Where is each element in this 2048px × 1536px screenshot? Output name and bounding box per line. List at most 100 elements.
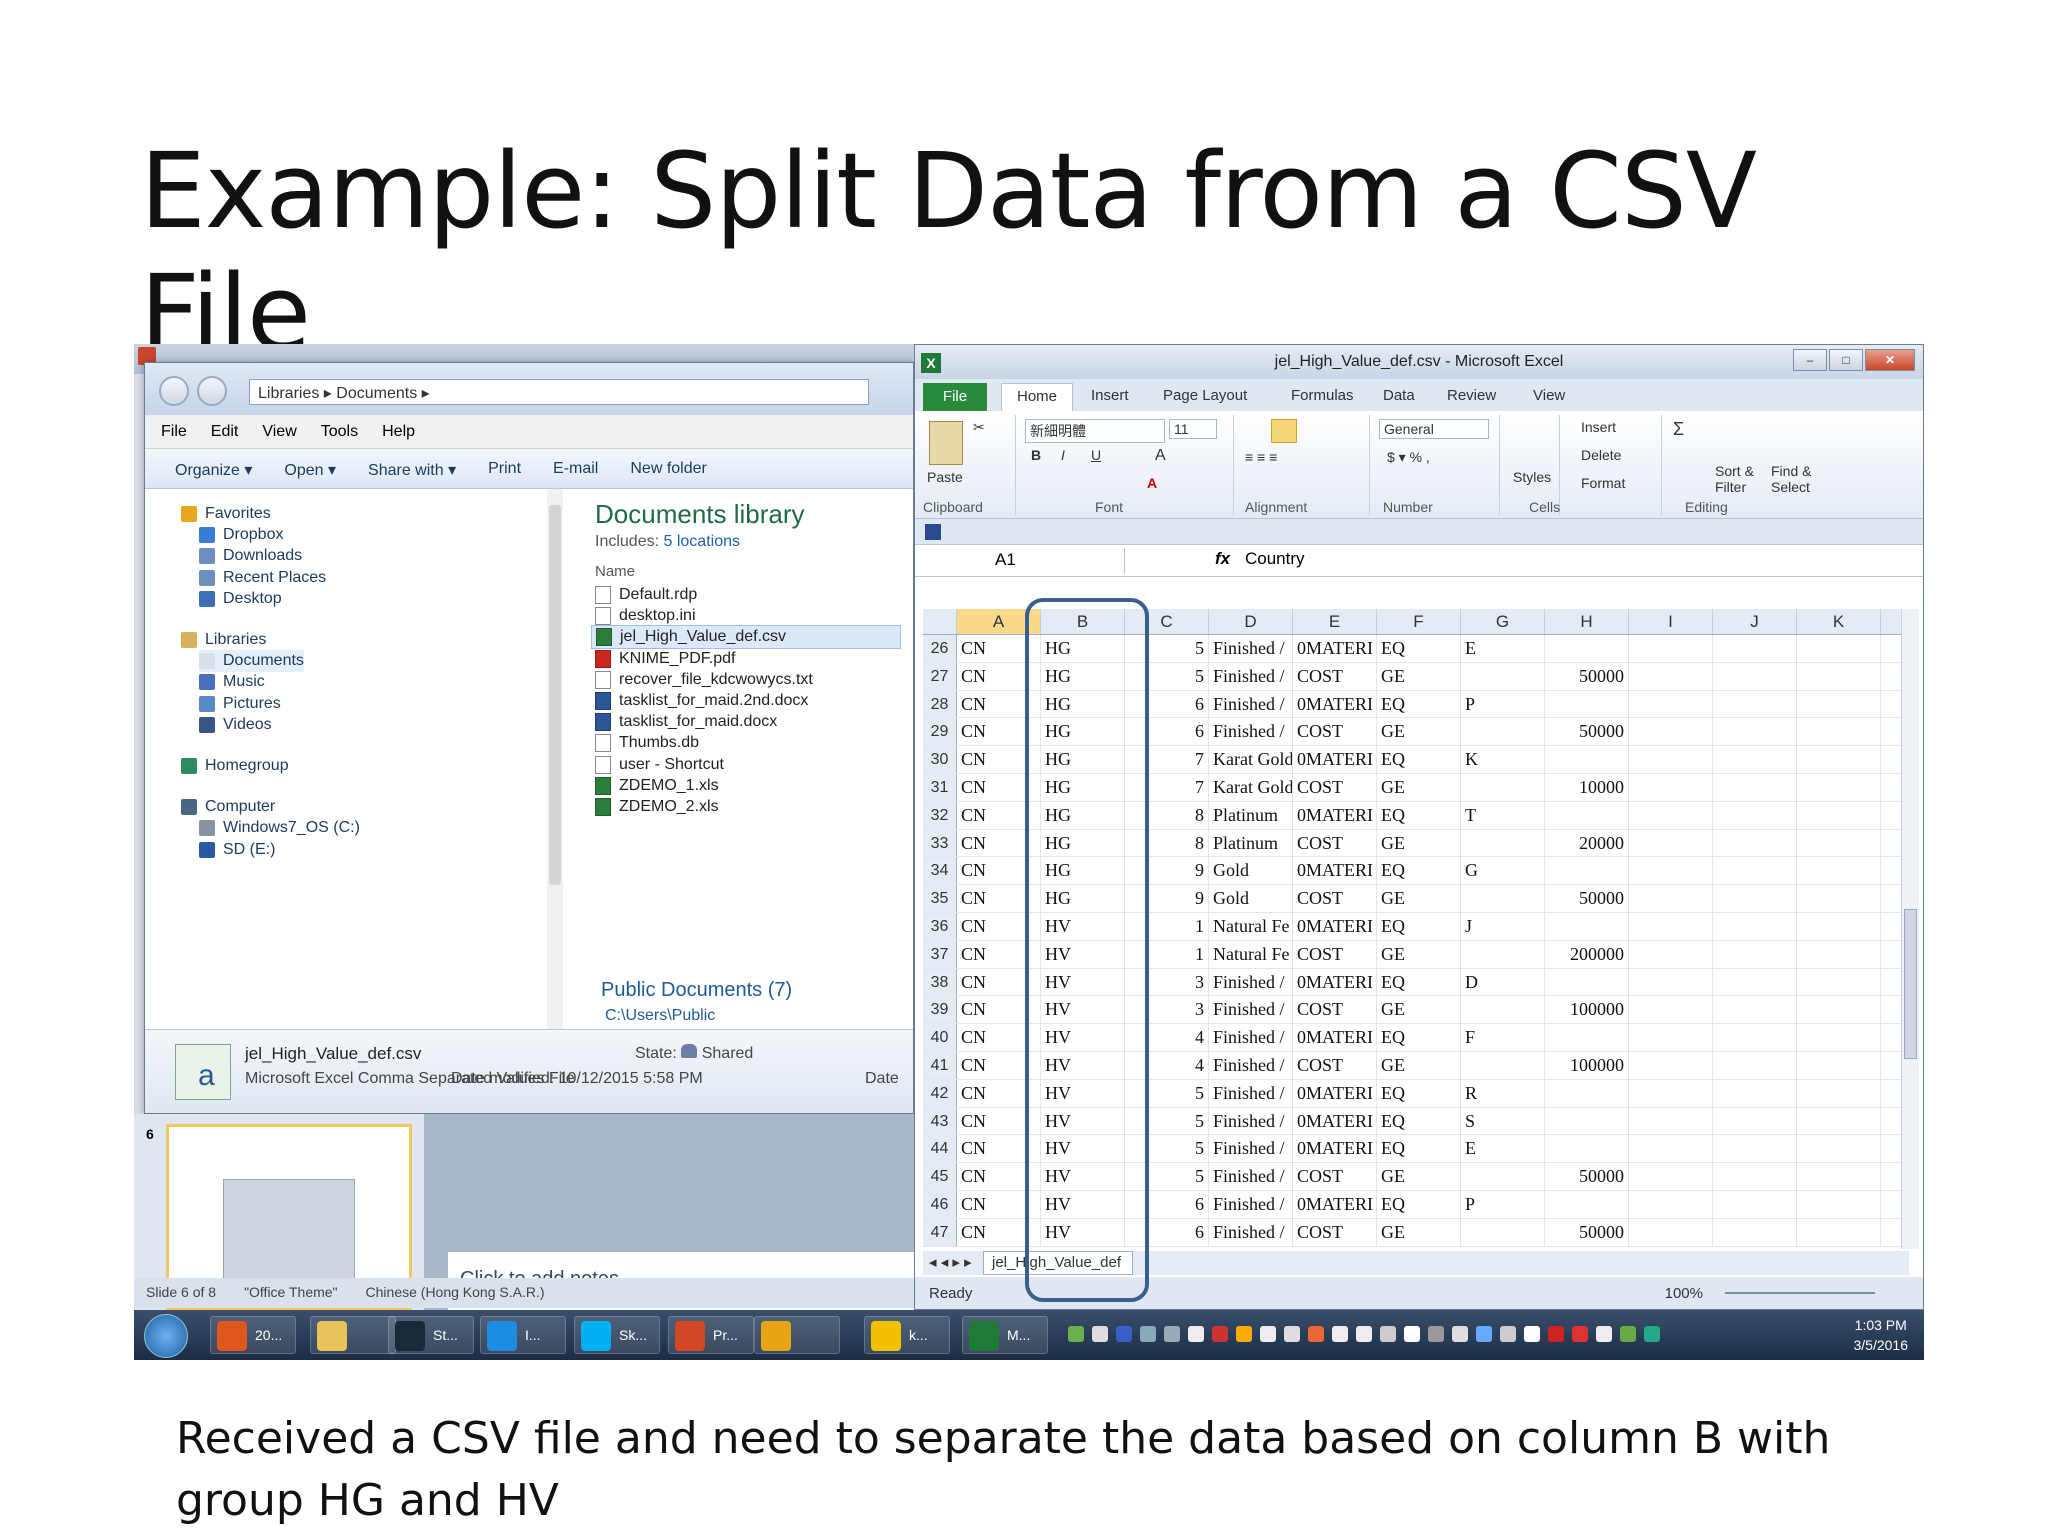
menu-item[interactable]: Edit <box>211 423 239 440</box>
cell-j[interactable] <box>1713 1218 1797 1246</box>
paste-icon[interactable] <box>929 421 963 465</box>
cell-g[interactable]: J <box>1461 912 1545 940</box>
tree-item[interactable]: Desktop <box>199 588 282 610</box>
close-button[interactable]: ✕ <box>1865 349 1915 371</box>
cell-k[interactable] <box>1797 1079 1881 1107</box>
cell-j[interactable] <box>1713 1135 1797 1163</box>
row-header[interactable]: 39 <box>923 996 957 1024</box>
cell-f[interactable]: EQ <box>1377 968 1461 996</box>
cell-d[interactable]: Platinum <box>1209 829 1293 857</box>
cell-g[interactable]: F <box>1461 1024 1545 1051</box>
cell-d[interactable]: Finished / <box>1209 1079 1293 1107</box>
cell-h[interactable]: 10000 <box>1545 773 1629 801</box>
cell-f[interactable]: EQ <box>1377 801 1461 829</box>
cell-j[interactable] <box>1713 1107 1797 1135</box>
row-header[interactable]: 29 <box>923 718 957 746</box>
cell-k[interactable] <box>1797 746 1881 773</box>
autosum-icon[interactable]: Σ <box>1673 419 1684 440</box>
row-header[interactable]: 35 <box>923 885 957 912</box>
zoom-slider[interactable] <box>1725 1292 1875 1294</box>
row-header[interactable]: 43 <box>923 1107 957 1135</box>
cell-j[interactable] <box>1713 829 1797 857</box>
cell-d[interactable]: Natural Fe <box>1209 912 1293 940</box>
cell-k[interactable] <box>1797 996 1881 1024</box>
cell-j[interactable] <box>1713 940 1797 968</box>
cell-i[interactable] <box>1629 746 1713 773</box>
tree-item[interactable]: Music <box>199 671 265 693</box>
cell-d[interactable]: Natural Fe <box>1209 940 1293 968</box>
cell-h[interactable] <box>1545 690 1629 718</box>
nav-scrollbar[interactable] <box>547 489 563 1029</box>
cell-h[interactable]: 50000 <box>1545 718 1629 746</box>
cell-f[interactable]: EQ <box>1377 1135 1461 1163</box>
cell-e[interactable]: COST <box>1293 1051 1377 1079</box>
cut-icon[interactable]: ✂ <box>973 419 985 436</box>
cell-g[interactable] <box>1461 885 1545 912</box>
cell-f[interactable]: EQ <box>1377 1024 1461 1051</box>
tab-review[interactable]: Review <box>1447 387 1496 404</box>
cell-g[interactable] <box>1461 829 1545 857</box>
cell-e[interactable]: 0MATERI <box>1293 690 1377 718</box>
cell-d[interactable]: Finished / <box>1209 1135 1293 1163</box>
font-size-select[interactable]: 11 <box>1169 419 1217 439</box>
cell-k[interactable] <box>1797 885 1881 912</box>
tray-icon[interactable] <box>1212 1326 1228 1342</box>
cell-f[interactable]: GE <box>1377 1163 1461 1190</box>
tray-icon[interactable] <box>1092 1326 1108 1342</box>
cell-d[interactable]: Finished / <box>1209 968 1293 996</box>
row-header[interactable]: 32 <box>923 801 957 829</box>
tray-icon[interactable] <box>1596 1326 1612 1342</box>
tray-icon[interactable] <box>1524 1326 1540 1342</box>
cell-d[interactable]: Platinum <box>1209 801 1293 829</box>
maximize-button[interactable]: □ <box>1829 349 1863 371</box>
command-button[interactable]: Print <box>488 460 521 477</box>
cell-e[interactable]: 0MATERI <box>1293 1024 1377 1051</box>
column-header-i[interactable]: I <box>1629 609 1713 634</box>
cell-h[interactable]: 50000 <box>1545 662 1629 690</box>
cell-i[interactable] <box>1629 1024 1713 1051</box>
cell-k[interactable] <box>1797 1218 1881 1246</box>
cell-d[interactable]: Finished / <box>1209 718 1293 746</box>
cell-f[interactable]: GE <box>1377 662 1461 690</box>
tray-icon[interactable] <box>1260 1326 1276 1342</box>
name-column-header[interactable]: Name <box>595 563 635 580</box>
cell-j[interactable] <box>1713 885 1797 912</box>
cell-i[interactable] <box>1629 857 1713 885</box>
cell-h[interactable] <box>1545 1190 1629 1218</box>
cell-d[interactable]: Finished / <box>1209 1107 1293 1135</box>
tree-item[interactable]: Downloads <box>199 545 302 567</box>
cell-f[interactable]: EQ <box>1377 746 1461 773</box>
cell-k[interactable] <box>1797 1051 1881 1079</box>
command-button[interactable]: Open ▾ <box>284 460 336 479</box>
cell-g[interactable]: P <box>1461 1190 1545 1218</box>
column-header-e[interactable]: E <box>1293 609 1377 634</box>
find-select-button[interactable]: Find & Select <box>1771 463 1811 495</box>
cell-d[interactable]: Karat Gold <box>1209 746 1293 773</box>
menu-item[interactable]: Help <box>382 423 415 440</box>
font-name-select[interactable]: 新細明體 <box>1025 419 1165 443</box>
cell-g[interactable] <box>1461 718 1545 746</box>
cell-j[interactable] <box>1713 662 1797 690</box>
back-icon[interactable] <box>159 376 189 406</box>
cell-j[interactable] <box>1713 801 1797 829</box>
cell-j[interactable] <box>1713 912 1797 940</box>
tray-icon[interactable] <box>1068 1326 1084 1342</box>
cell-j[interactable] <box>1713 1079 1797 1107</box>
name-box[interactable]: A1 <box>915 548 1125 574</box>
tray-icon[interactable] <box>1140 1326 1156 1342</box>
cell-e[interactable]: 0MATERI <box>1293 746 1377 773</box>
row-header[interactable]: 41 <box>923 1051 957 1079</box>
minimize-button[interactable]: – <box>1793 349 1827 371</box>
cell-d[interactable]: Finished / <box>1209 1218 1293 1246</box>
column-header-j[interactable]: J <box>1713 609 1797 634</box>
column-header-h[interactable]: H <box>1545 609 1629 634</box>
tree-item[interactable]: Documents <box>199 650 304 673</box>
tree-item[interactable]: Recent Places <box>199 567 326 589</box>
cell-i[interactable] <box>1629 1051 1713 1079</box>
command-button[interactable]: Organize ▾ <box>175 460 252 479</box>
cell-f[interactable]: GE <box>1377 1218 1461 1246</box>
taskbar-button[interactable]: 20... <box>210 1316 296 1354</box>
row-header[interactable]: 46 <box>923 1190 957 1218</box>
cell-g[interactable] <box>1461 773 1545 801</box>
cell-j[interactable] <box>1713 718 1797 746</box>
